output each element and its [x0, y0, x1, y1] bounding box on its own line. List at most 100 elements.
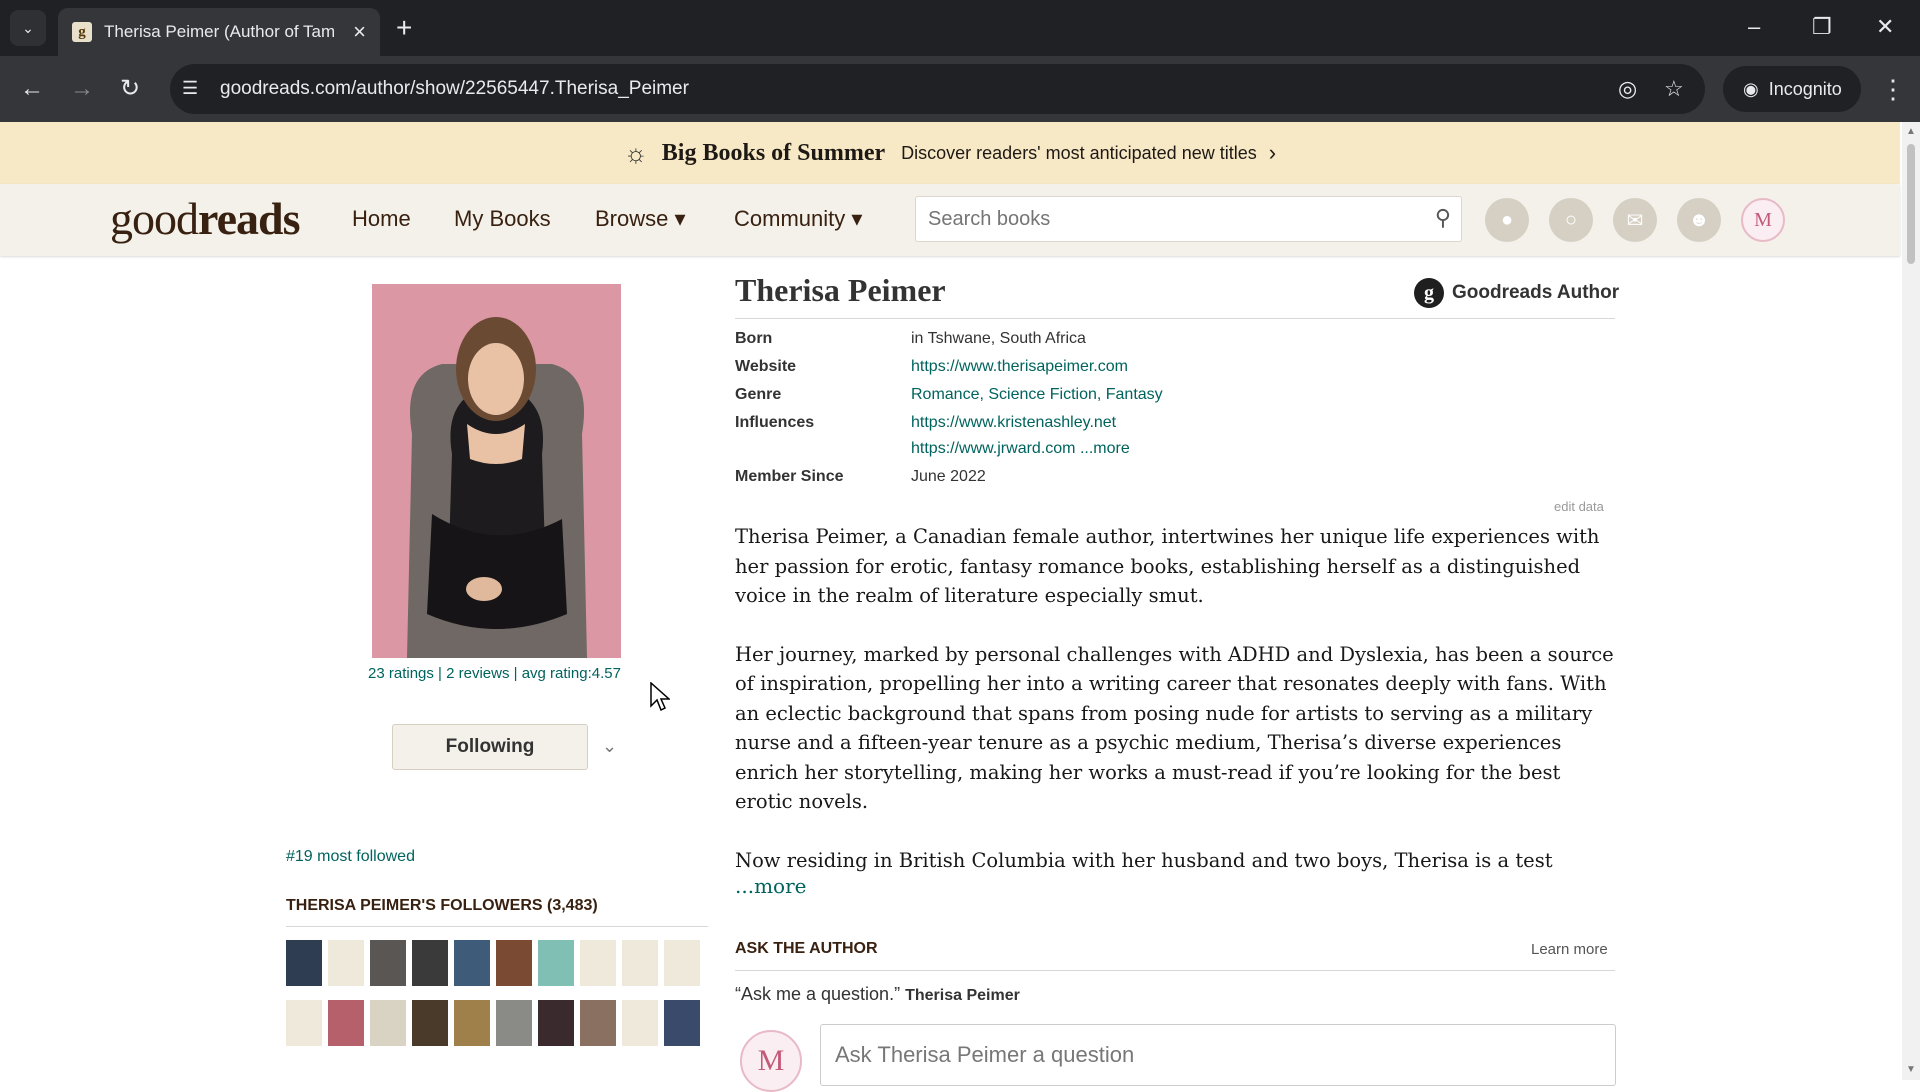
tab-close-icon[interactable]: ×: [353, 19, 366, 45]
author-photo[interactable]: [372, 284, 621, 658]
follower-avatar[interactable]: [580, 940, 616, 986]
follower-avatar[interactable]: [664, 940, 700, 986]
tab-title: Therisa Peimer (Author of Tami: [104, 22, 334, 41]
influences-label: Influences: [735, 414, 815, 431]
follower-avatar[interactable]: [370, 1000, 406, 1046]
page-scrollbar[interactable]: ▲ ▼: [1902, 122, 1920, 1080]
follower-avatar[interactable]: [580, 1000, 616, 1046]
follower-avatar[interactable]: [412, 1000, 448, 1046]
nav-community[interactable]: Community ▾: [734, 206, 862, 232]
author-portrait-image: [372, 284, 621, 658]
chevron-down-icon[interactable]: ⌄: [602, 736, 617, 757]
born-value: in Tshwane, South Africa: [911, 330, 1086, 347]
follower-avatar[interactable]: [328, 940, 364, 986]
follower-avatar[interactable]: [496, 1000, 532, 1046]
follower-avatar[interactable]: [454, 940, 490, 986]
followers-title[interactable]: THERISA PEIMER'S FOLLOWERS (3,483): [286, 897, 598, 915]
scroll-down-icon[interactable]: ▼: [1906, 1064, 1916, 1075]
new-tab-plus-icon[interactable]: +: [396, 12, 412, 44]
nav-home[interactable]: Home: [352, 206, 411, 232]
chevron-right-icon[interactable]: ›: [1269, 140, 1276, 166]
goodreads-logo[interactable]: goodreads: [110, 192, 300, 245]
browser-menu-icon[interactable]: ⋮: [1880, 74, 1906, 105]
goodreads-g-icon: g: [1414, 278, 1444, 308]
profile-avatar[interactable]: M: [1741, 198, 1785, 242]
bio-paragraph: Her journey, marked by personal challeng…: [735, 642, 1614, 814]
ask-the-author-title: ASK THE AUTHOR: [735, 940, 878, 957]
user-avatar[interactable]: M: [740, 1030, 802, 1092]
author-bio: Therisa Peimer, a Canadian female author…: [735, 522, 1620, 904]
ask-question-input[interactable]: [820, 1024, 1616, 1086]
member-since-value: June 2022: [911, 468, 986, 485]
follower-avatar[interactable]: [454, 1000, 490, 1046]
divider: [286, 926, 708, 927]
follower-avatar[interactable]: [286, 940, 322, 986]
search-icon[interactable]: ⚲: [1435, 205, 1451, 231]
follower-avatar[interactable]: [538, 1000, 574, 1046]
follower-avatar[interactable]: [622, 940, 658, 986]
ask-quote-author[interactable]: Therisa Peimer: [905, 987, 1020, 1004]
follower-avatar[interactable]: [622, 1000, 658, 1046]
reviews-link[interactable]: 2 reviews: [446, 665, 509, 682]
forward-arrow-icon[interactable]: →: [70, 76, 94, 102]
genre-links[interactable]: Romance, Science Fiction, Fantasy: [911, 386, 1163, 404]
banner-title[interactable]: Big Books of Summer: [662, 140, 885, 167]
banner-subtitle[interactable]: Discover readers' most anticipated new t…: [901, 143, 1257, 164]
minimize-icon[interactable]: –: [1748, 14, 1760, 40]
friends-icon[interactable]: ☻: [1677, 198, 1721, 242]
divider: [735, 318, 1615, 319]
website-link[interactable]: https://www.therisapeimer.com: [911, 358, 1128, 376]
browser-tab[interactable]: g Therisa Peimer (Author of Tami ×: [58, 8, 380, 56]
scroll-up-icon[interactable]: ▲: [1906, 126, 1916, 137]
browser-toolbar: ← → ↻ ☰ goodreads.com/author/show/225654…: [0, 56, 1920, 122]
tab-search-chevron-icon[interactable]: ⌄: [10, 10, 46, 46]
goodreads-author-badge[interactable]: g Goodreads Author: [1414, 278, 1619, 308]
ratings-link[interactable]: 23 ratings: [368, 665, 434, 682]
following-button[interactable]: Following: [392, 724, 588, 770]
follower-avatar[interactable]: [496, 940, 532, 986]
influences-more-link[interactable]: ...more: [1080, 440, 1130, 457]
influence-link-2[interactable]: https://www.jrward.com: [911, 440, 1075, 457]
mouse-pointer-icon: [650, 682, 670, 712]
scroll-thumb[interactable]: [1907, 144, 1915, 264]
incognito-indicator[interactable]: ◉ Incognito: [1723, 66, 1861, 112]
close-window-icon[interactable]: ✕: [1876, 14, 1894, 40]
bookmark-star-icon[interactable]: ☆: [1664, 76, 1684, 102]
follower-avatar[interactable]: [538, 940, 574, 986]
search-input[interactable]: [916, 197, 1396, 241]
follower-avatar[interactable]: [370, 940, 406, 986]
born-label: Born: [735, 330, 773, 347]
edit-data-link[interactable]: edit data: [1554, 499, 1604, 514]
avg-rating-link[interactable]: avg rating:4.57: [522, 665, 621, 682]
author-stats: 23 ratings | 2 reviews | avg rating:4.57: [368, 665, 621, 682]
promo-banner[interactable]: ☼ Big Books of Summer Discover readers' …: [0, 122, 1900, 184]
discussions-icon[interactable]: ○: [1549, 198, 1593, 242]
restore-icon[interactable]: ❐: [1812, 14, 1832, 40]
address-bar[interactable]: ☰ goodreads.com/author/show/22565447.The…: [170, 64, 1705, 114]
follower-avatar[interactable]: [328, 1000, 364, 1046]
incognito-label: Incognito: [1768, 78, 1842, 99]
learn-more-link[interactable]: Learn more: [1531, 941, 1608, 958]
follower-avatar[interactable]: [286, 1000, 322, 1046]
notifications-bell-icon[interactable]: ●: [1485, 198, 1529, 242]
goodreads-author-label: Goodreads Author: [1452, 282, 1620, 303]
back-arrow-icon[interactable]: ←: [20, 76, 44, 102]
follower-avatar[interactable]: [664, 1000, 700, 1046]
site-info-icon[interactable]: ☰: [182, 78, 198, 99]
bio-more-link[interactable]: ...more: [735, 874, 806, 898]
follower-avatar[interactable]: [412, 940, 448, 986]
reload-icon[interactable]: ↻: [120, 76, 140, 102]
search-box: ⚲: [915, 196, 1462, 242]
nav-my-books[interactable]: My Books: [454, 206, 551, 232]
author-name: Therisa Peimer: [735, 272, 946, 308]
incognito-icon: ◉: [1743, 78, 1759, 99]
most-followed-link[interactable]: #19 most followed: [286, 848, 415, 866]
website-label: Website: [735, 358, 797, 375]
messages-envelope-icon[interactable]: ✉: [1613, 198, 1657, 242]
browser-tabbar: ⌄ g Therisa Peimer (Author of Tami × + –…: [0, 0, 1920, 56]
influence-link-1[interactable]: https://www.kristenashley.net: [911, 414, 1116, 432]
bio-paragraph: Therisa Peimer, a Canadian female author…: [735, 525, 1600, 607]
goodreads-favicon-icon: g: [72, 22, 92, 42]
nav-browse[interactable]: Browse ▾: [595, 206, 686, 232]
eye-off-icon[interactable]: ◎: [1618, 76, 1637, 102]
